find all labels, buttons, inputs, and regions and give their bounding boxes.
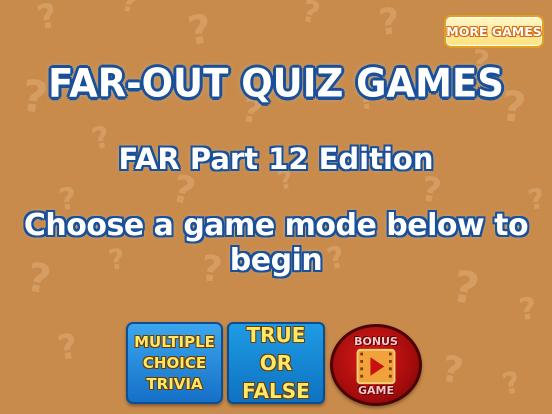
game-title: FAR-OUT QUIZ GAMES bbox=[48, 60, 504, 107]
multiple-choice-line-1: MULTIPLE bbox=[134, 332, 215, 351]
game-label: GAME bbox=[357, 384, 394, 397]
true-false-line-1: TRUE OR bbox=[246, 323, 306, 375]
more-games-button[interactable]: MORE GAMES bbox=[444, 15, 544, 48]
true-or-false-button[interactable]: TRUE OR FALSE bbox=[227, 322, 325, 404]
bonus-label: BONUS bbox=[354, 335, 398, 348]
background-question-mark: ? bbox=[377, 1, 402, 44]
play-icon bbox=[356, 348, 396, 385]
multiple-choice-line-2: CHOICE bbox=[142, 353, 207, 372]
instruction-text: Choose a game mode below to begin bbox=[23, 208, 529, 278]
true-false-line-2: FALSE bbox=[242, 379, 310, 403]
background-question-mark: ? bbox=[517, 291, 538, 328]
game-menu-screen: ??????????????????????????? MORE GAMES F… bbox=[0, 0, 552, 414]
multiple-choice-trivia-button[interactable]: MULTIPLE CHOICE TRIVIA bbox=[126, 322, 223, 404]
multiple-choice-line-3: TRIVIA bbox=[146, 374, 203, 393]
bonus-game-button[interactable]: BONUS GAME bbox=[330, 324, 422, 406]
edition-subtitle: FAR Part 12 Edition bbox=[118, 142, 434, 176]
